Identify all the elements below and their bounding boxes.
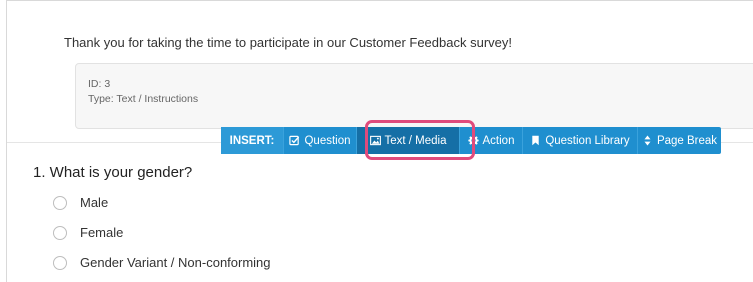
question-library-button[interactable]: Question Library xyxy=(522,127,637,154)
page-break-button[interactable]: Page Break xyxy=(637,127,721,154)
question-library-button-label: Question Library xyxy=(545,134,630,147)
radio-button[interactable] xyxy=(53,255,67,270)
question-title: 1. What is your gender? xyxy=(33,164,193,181)
bookmark-icon xyxy=(530,135,541,146)
radio-button[interactable] xyxy=(53,195,67,210)
option-label: Male xyxy=(80,195,109,210)
page-break-button-label: Page Break xyxy=(656,134,718,147)
question-button-label: Question xyxy=(304,134,351,147)
sort-arrows-icon xyxy=(642,135,653,146)
option-label: Gender Variant / Non-conforming xyxy=(80,255,271,270)
insert-label: INSERT: xyxy=(221,127,283,154)
option-gender-variant[interactable]: Gender Variant / Non-conforming xyxy=(53,255,271,270)
action-button-label: Action xyxy=(482,134,515,147)
option-label: Female xyxy=(80,225,124,240)
text-media-button-label: Text / Media xyxy=(384,134,447,147)
element-info-box[interactable]: ID: 3 Type: Text / Instructions xyxy=(75,63,753,129)
element-id: ID: 3 xyxy=(88,78,111,90)
radio-button[interactable] xyxy=(53,225,67,240)
gear-icon xyxy=(467,135,479,146)
insert-text-media-button[interactable]: Text / Media xyxy=(356,127,459,154)
checkbox-icon xyxy=(289,135,300,146)
option-male[interactable]: Male xyxy=(53,195,108,210)
element-type: Type: Text / Instructions xyxy=(88,93,199,105)
insert-toolbar: INSERT: Question Text / Media Action Que… xyxy=(221,127,721,154)
option-female[interactable]: Female xyxy=(53,225,123,240)
image-icon xyxy=(369,135,381,146)
insert-question-button[interactable]: Question xyxy=(283,127,356,154)
insert-action-button[interactable]: Action xyxy=(459,127,522,154)
intro-text: Thank you for taking the time to partici… xyxy=(64,35,512,50)
